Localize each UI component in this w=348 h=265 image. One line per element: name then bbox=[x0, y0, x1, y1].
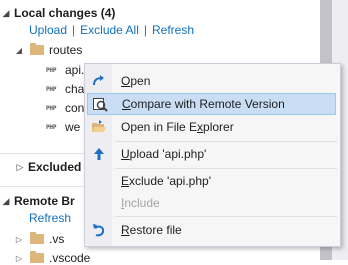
menu-item-open[interactable]: Open bbox=[87, 70, 336, 92]
php-file-icon: PHP bbox=[46, 104, 57, 112]
expand-triangle-icon[interactable]: ▷ bbox=[14, 254, 24, 263]
file-name: api. bbox=[65, 63, 85, 77]
tree-file[interactable]: PHP we bbox=[46, 120, 80, 134]
open-icon bbox=[87, 70, 111, 92]
menu-separator bbox=[115, 141, 337, 142]
folder-open-icon bbox=[87, 116, 111, 138]
menu-item-open-in-explorer[interactable]: Open in File Explorer bbox=[87, 116, 336, 138]
tree-folder-routes[interactable]: ◢ routes bbox=[14, 43, 82, 57]
compare-icon bbox=[88, 93, 112, 115]
folder-icon bbox=[30, 43, 44, 55]
menu-item-label: Exclude 'api.php' bbox=[121, 174, 211, 188]
file-name: con bbox=[65, 101, 85, 115]
menu-item-upload[interactable]: Upload 'api.php' bbox=[87, 143, 336, 165]
folder-name: .vs bbox=[49, 232, 65, 246]
excluded-header[interactable]: ▷ Excluded ( bbox=[14, 160, 89, 174]
local-changes-title: Local changes (4) bbox=[14, 6, 116, 20]
tree-file[interactable]: PHP con bbox=[46, 101, 84, 115]
menu-item-label: Upload 'api.php' bbox=[121, 147, 207, 161]
php-file-icon: PHP bbox=[46, 85, 57, 93]
file-name: cha bbox=[65, 82, 85, 96]
menu-item-label: Include bbox=[121, 196, 160, 210]
tree-folder-vs[interactable]: ▷ .vs bbox=[14, 232, 64, 246]
refresh-link[interactable]: Refresh bbox=[152, 23, 194, 37]
collapse-chevron-icon[interactable]: ◢ bbox=[0, 196, 12, 207]
excluded-title: Excluded ( bbox=[28, 160, 89, 174]
local-changes-actions: Upload | Exclude All | Refresh bbox=[29, 23, 194, 37]
file-name: we bbox=[65, 120, 81, 134]
folder-icon bbox=[30, 251, 44, 263]
remote-refresh-link[interactable]: Refresh bbox=[29, 211, 71, 225]
separator: | bbox=[143, 23, 147, 37]
undo-icon bbox=[87, 219, 111, 241]
menu-item-restore-file[interactable]: Restore file bbox=[87, 219, 336, 241]
menu-item-label: Open in File Explorer bbox=[121, 120, 234, 134]
expand-chevron-icon[interactable]: ▷ bbox=[14, 162, 26, 173]
menu-item-compare-remote[interactable]: Compare with Remote Version bbox=[87, 93, 336, 115]
menu-separator bbox=[115, 168, 337, 169]
php-file-icon: PHP bbox=[46, 123, 57, 131]
collapse-chevron-icon[interactable]: ◢ bbox=[0, 8, 12, 19]
remote-browser-header[interactable]: ◢ Remote Br bbox=[0, 194, 75, 208]
tree-file[interactable]: PHP cha bbox=[46, 82, 84, 96]
tree-file[interactable]: PHP api. bbox=[46, 63, 84, 77]
separator: | bbox=[72, 23, 76, 37]
tree-folder-vscode[interactable]: ▷ .vscode bbox=[14, 251, 90, 265]
menu-item-exclude[interactable]: Exclude 'api.php' bbox=[87, 170, 336, 192]
expand-triangle-icon[interactable]: ◢ bbox=[14, 46, 24, 55]
folder-icon bbox=[30, 232, 44, 244]
expand-triangle-icon[interactable]: ▷ bbox=[14, 235, 24, 244]
upload-arrow-icon bbox=[87, 143, 111, 165]
folder-name: routes bbox=[49, 43, 83, 57]
upload-link[interactable]: Upload bbox=[29, 23, 67, 37]
context-menu: Open Compare with Remote Version Open in… bbox=[84, 63, 341, 247]
folder-name: .vscode bbox=[49, 251, 91, 265]
php-file-icon: PHP bbox=[46, 66, 57, 74]
menu-item-label: Restore file bbox=[121, 223, 182, 237]
menu-item-label: Open bbox=[121, 74, 151, 88]
exclude-all-link[interactable]: Exclude All bbox=[80, 23, 139, 37]
remote-actions: Refresh bbox=[29, 211, 71, 225]
menu-item-label: Compare with Remote Version bbox=[122, 97, 285, 111]
remote-browser-title: Remote Br bbox=[14, 194, 75, 208]
local-changes-header[interactable]: ◢ Local changes (4) bbox=[0, 6, 116, 20]
menu-item-include: Include bbox=[87, 192, 336, 214]
menu-separator bbox=[115, 216, 337, 217]
